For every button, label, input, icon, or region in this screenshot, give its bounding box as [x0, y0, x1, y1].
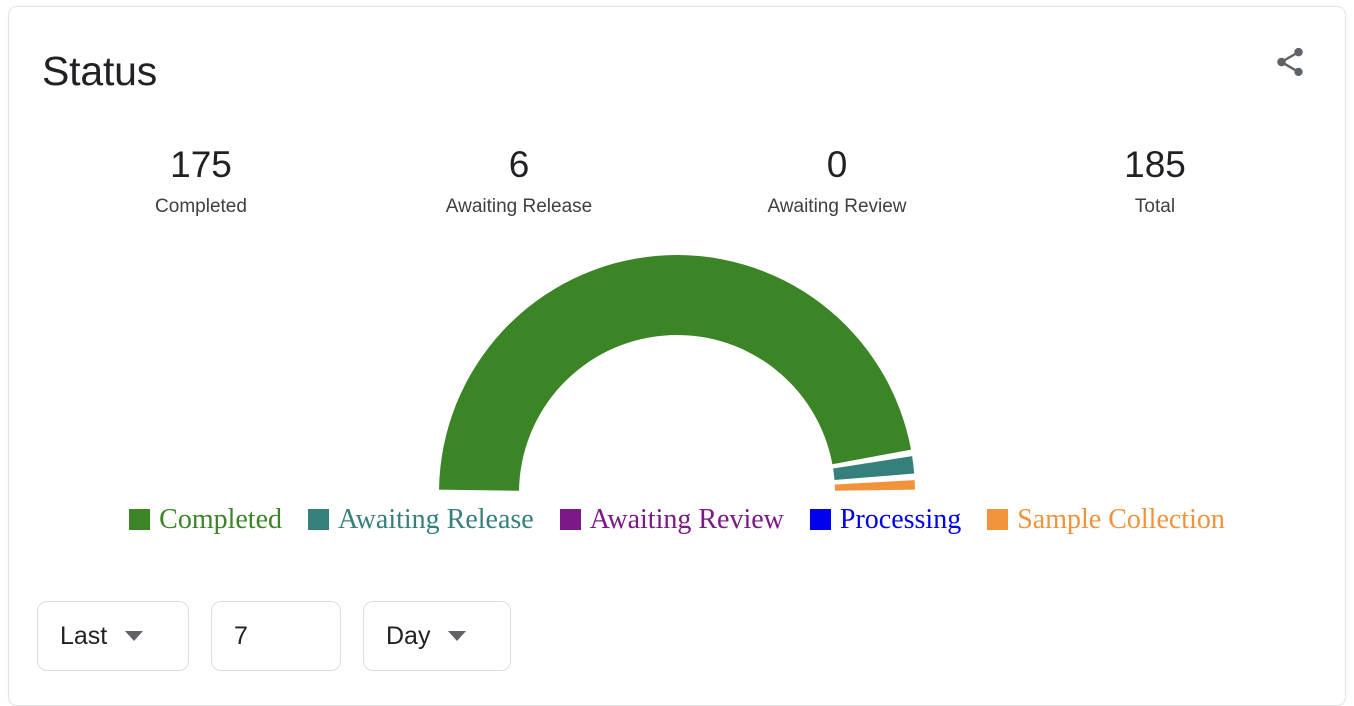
time-range-controls: Last Day	[37, 601, 511, 671]
legend-item-awaiting-review[interactable]: Awaiting Review	[559, 503, 784, 536]
legend-item-completed[interactable]: Completed	[129, 503, 282, 536]
chevron-down-icon	[125, 631, 144, 641]
legend-label: Processing	[839, 504, 962, 535]
stat-label: Completed	[155, 196, 247, 217]
legend-item-processing[interactable]: Processing	[809, 503, 962, 536]
legend-swatch-icon	[987, 509, 1009, 530]
count-field[interactable]	[211, 601, 341, 671]
count-input[interactable]	[234, 621, 318, 651]
stat-label: Total	[1134, 196, 1176, 217]
unit-dropdown-label: Day	[386, 621, 431, 650]
stats-row: 175 Completed 6 Awaiting Release 0 Await…	[42, 143, 1314, 219]
legend-label: Awaiting Review	[589, 504, 784, 535]
legend-swatch-icon	[809, 509, 831, 530]
stat-value: 185	[1124, 144, 1186, 185]
stat-label: Awaiting Release	[445, 196, 593, 217]
range-dropdown[interactable]: Last	[37, 601, 189, 671]
gauge-slice[interactable]	[439, 254, 912, 491]
legend-label: Sample Collection	[1017, 504, 1225, 535]
stat-completed: 175 Completed	[42, 143, 360, 219]
share-button[interactable]	[1263, 35, 1317, 89]
legend-item-awaiting-release[interactable]: Awaiting Release	[308, 503, 534, 536]
legend-label: Awaiting Release	[338, 504, 534, 535]
stat-value: 175	[170, 144, 232, 185]
gauge-slices	[439, 254, 915, 491]
status-card: Status 175 Completed 6 Awaiting Release …	[8, 6, 1346, 706]
stat-value: 0	[826, 144, 848, 185]
stat-awaiting-review: 0 Awaiting Review	[678, 143, 996, 219]
stat-total: 185 Total	[996, 143, 1314, 219]
legend-swatch-icon	[129, 509, 151, 530]
gauge-svg	[439, 254, 915, 491]
legend-swatch-icon	[559, 509, 581, 530]
legend-label: Completed	[159, 504, 283, 535]
gauge-slice[interactable]	[834, 480, 915, 491]
unit-dropdown[interactable]: Day	[363, 601, 511, 671]
stat-value: 6	[508, 144, 530, 185]
chart-legend: Completed Awaiting Release Awaiting Revi…	[9, 503, 1345, 536]
legend-item-sample-collection[interactable]: Sample Collection	[987, 503, 1225, 536]
stat-label: Awaiting Review	[767, 196, 907, 217]
page-title: Status	[42, 48, 158, 94]
range-dropdown-label: Last	[60, 621, 108, 650]
legend-swatch-icon	[308, 509, 330, 530]
stat-awaiting-release: 6 Awaiting Release	[360, 143, 678, 219]
share-icon	[1273, 45, 1307, 79]
gauge-chart	[9, 243, 1345, 511]
chevron-down-icon	[448, 631, 467, 641]
